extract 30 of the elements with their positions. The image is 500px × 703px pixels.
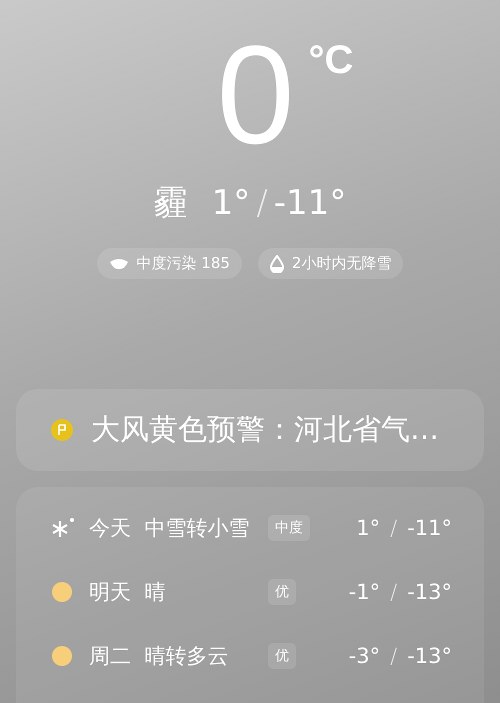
temperature-separator: / [390, 644, 398, 668]
high-temperature: -3° [348, 644, 380, 668]
mask-icon [108, 258, 129, 270]
air-quality-tag: 优 [268, 643, 296, 669]
low-temperature: -13° [407, 580, 452, 604]
alert-text: 大风黄色预警：河北省气… [91, 411, 439, 448]
temperature-unit: °C [308, 38, 354, 83]
sun-icon [51, 581, 73, 603]
alert-card[interactable]: 大风黄色预警：河北省气… [16, 389, 484, 471]
low-temperature: -13° [407, 644, 452, 668]
high-temperature: 1° [212, 183, 250, 223]
water-drop-icon [270, 254, 284, 272]
forecast-day: 周二 晴转多云 [89, 642, 268, 670]
air-quality-tag: 中度 [268, 515, 310, 541]
high-temperature: -1° [348, 580, 380, 604]
info-chip[interactable]: 2小时内无降雪 [258, 248, 404, 279]
temperature-separator: / [390, 516, 398, 540]
low-temperature: -11° [274, 183, 346, 223]
weather-condition: 霾 [154, 182, 188, 225]
info-chip[interactable]: 中度污染 185 [96, 248, 242, 279]
air-quality-tag: 优 [268, 579, 296, 605]
high-temperature: 1° [356, 516, 380, 540]
temperature-separator: / [256, 183, 268, 223]
temperature-separator: / [390, 580, 398, 604]
forecast-day: 明天 晴 [89, 578, 268, 606]
forecast-day: 今天 中雪转小雪 [89, 514, 268, 542]
current-temperature: 0 [216, 30, 294, 160]
sun-icon [51, 645, 73, 667]
low-temperature: -11° [407, 516, 452, 540]
snowflake-icon [51, 517, 75, 539]
